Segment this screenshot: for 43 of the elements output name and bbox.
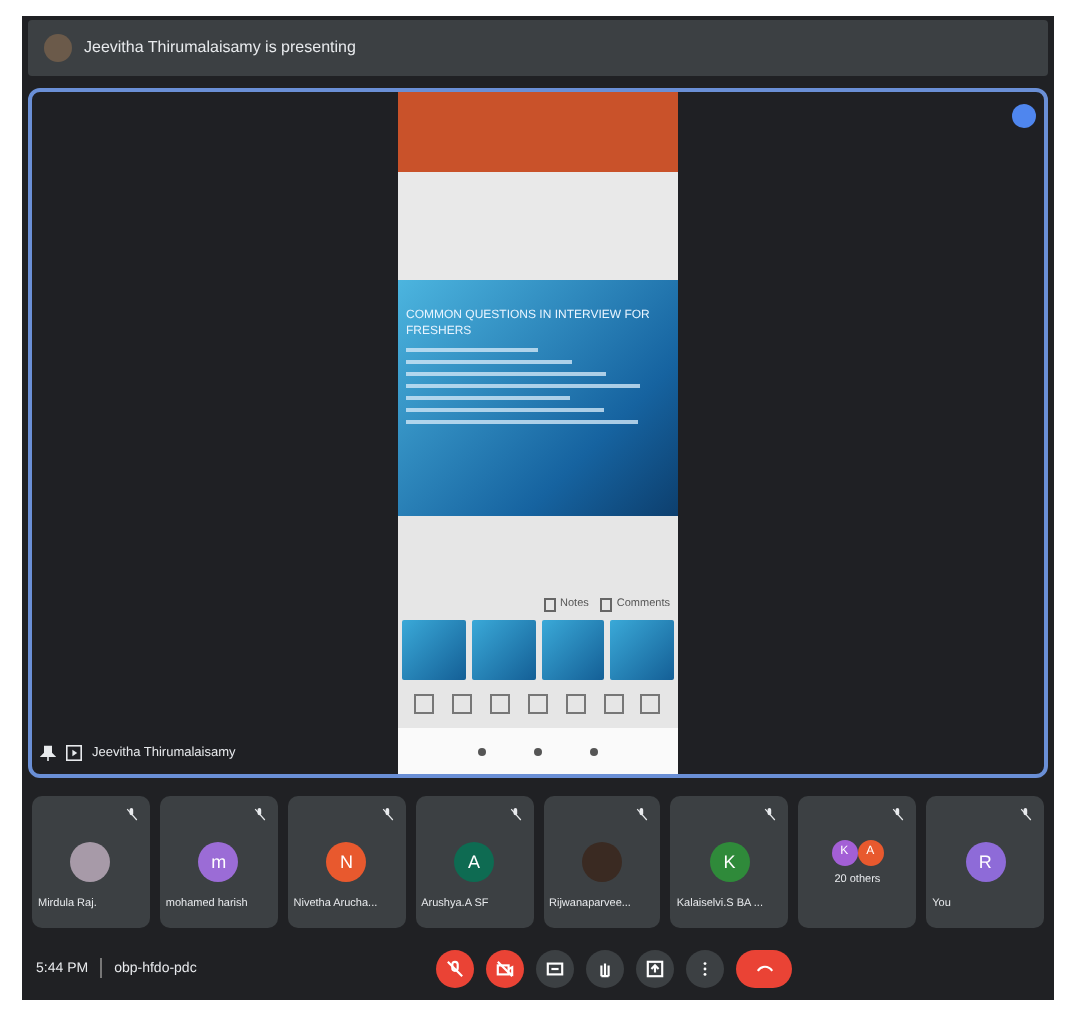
mic-button[interactable]	[436, 949, 475, 988]
toolbar-square-icon[interactable]	[414, 693, 435, 714]
camera-off-icon	[496, 959, 515, 978]
present-icon	[646, 959, 665, 978]
toolbar-square-icon[interactable]	[527, 693, 548, 714]
toolbar-square-icon[interactable]	[490, 693, 511, 714]
toolbar-square-icon[interactable]	[452, 693, 473, 714]
muted-mic-icon	[764, 806, 777, 823]
photo-placeholder	[70, 842, 111, 883]
avatar: N	[326, 842, 367, 883]
mic-off-icon	[446, 959, 465, 978]
slide-thumbnail[interactable]	[402, 619, 466, 680]
captions-button[interactable]	[536, 949, 575, 988]
muted-mic-icon	[381, 806, 394, 823]
toolbar-square-icon[interactable]	[603, 693, 624, 714]
avatar: A	[454, 842, 495, 883]
toolbar-square-icon[interactable]	[640, 693, 661, 714]
hand-icon	[596, 959, 615, 978]
toolbar-square-icon[interactable]	[565, 693, 586, 714]
avatar: m	[198, 842, 239, 883]
end-button[interactable]	[736, 949, 793, 988]
present-button[interactable]	[636, 949, 675, 988]
more-options-button[interactable]	[1012, 103, 1036, 128]
present-icon	[66, 744, 82, 763]
muted-mic-icon	[636, 806, 649, 823]
slide-thumbnail[interactable]	[471, 619, 535, 680]
photo-placeholder	[581, 842, 622, 883]
hand-button[interactable]	[586, 949, 625, 988]
muted-mic-icon	[892, 806, 905, 823]
muted-mic-icon	[253, 806, 266, 823]
avatar: K	[709, 842, 750, 883]
captions-icon	[546, 959, 565, 978]
slide-thumbnail[interactable]	[541, 619, 605, 680]
more-button[interactable]	[686, 949, 725, 988]
avatar: R	[965, 842, 1006, 883]
slide-thumbnail[interactable]	[610, 619, 674, 680]
pin-icon	[40, 744, 56, 763]
presenting-title: Jeevitha Thirumalaisamy is presenting	[84, 38, 356, 57]
presenter-avatar	[44, 33, 72, 62]
muted-mic-icon	[125, 806, 138, 823]
camera-button[interactable]	[486, 949, 525, 988]
muted-mic-icon	[509, 806, 521, 823]
muted-mic-icon	[1020, 806, 1032, 823]
